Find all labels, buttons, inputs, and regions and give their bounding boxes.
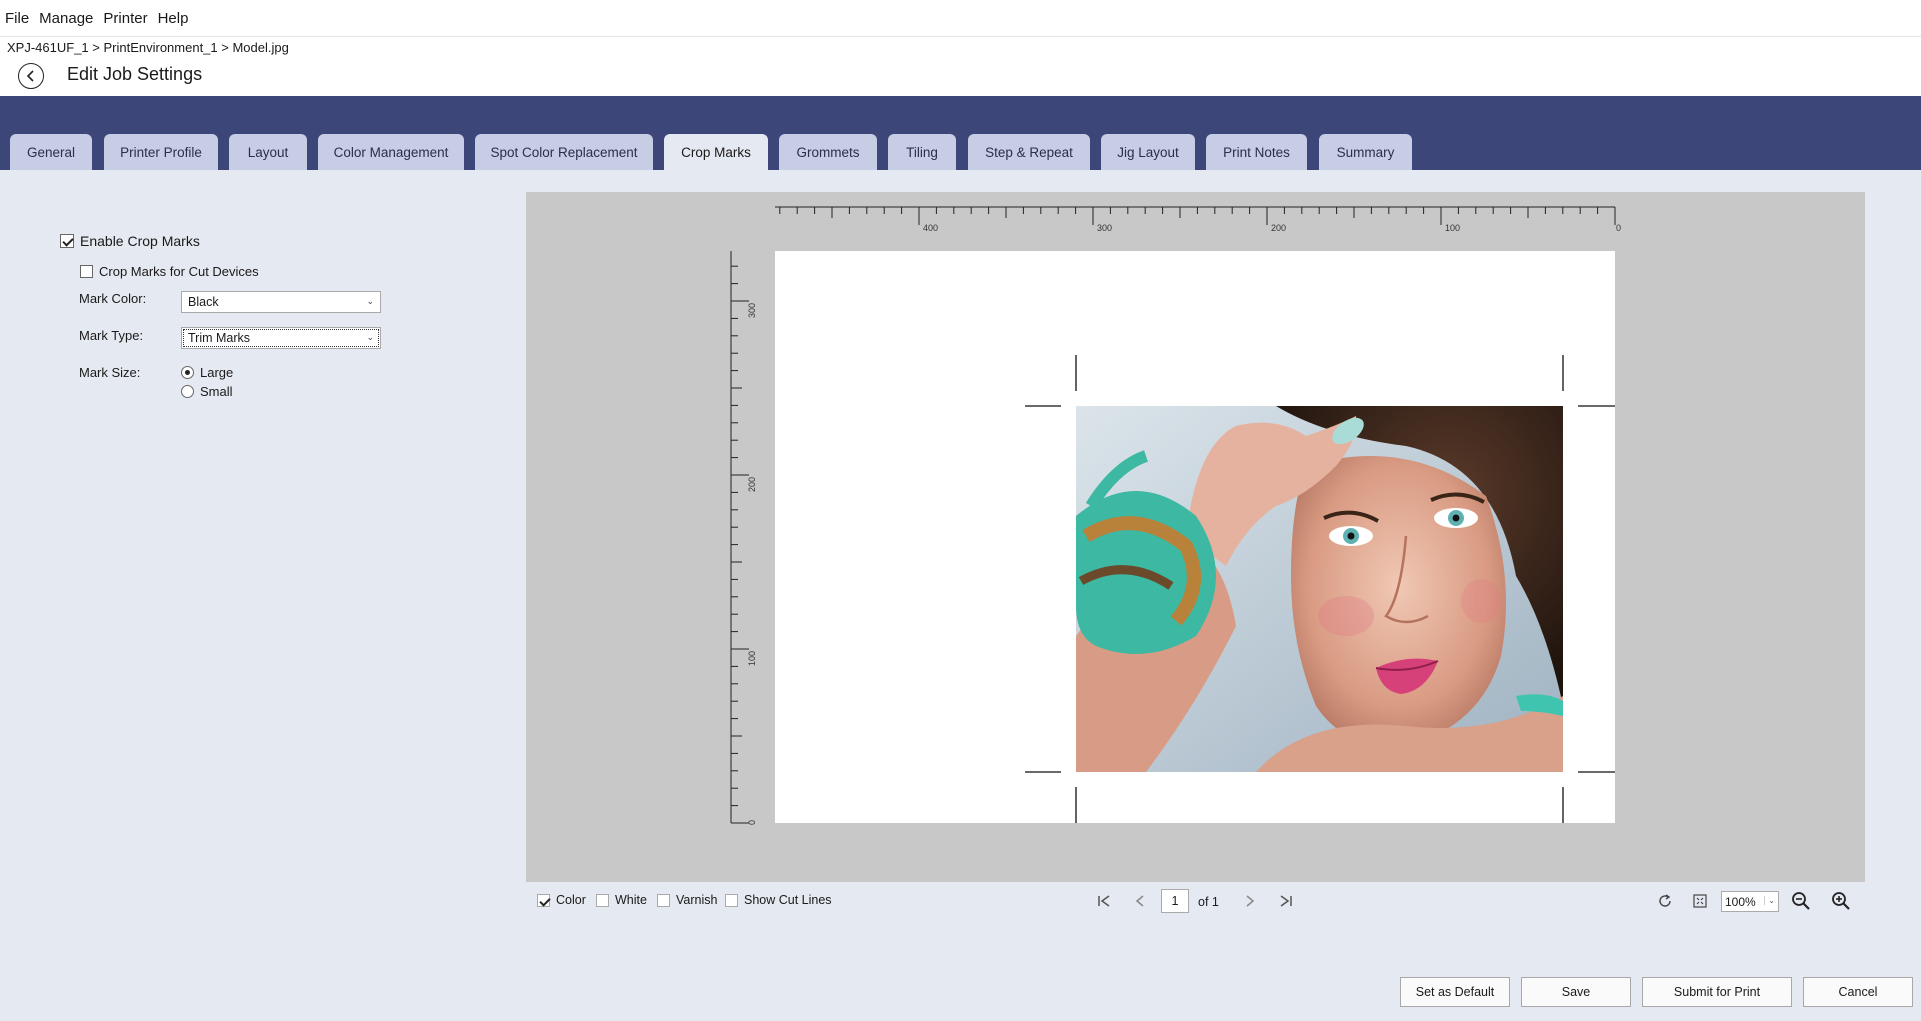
- page-number-input[interactable]: 1: [1161, 889, 1189, 913]
- color-label: Color: [556, 893, 586, 907]
- ruler-left-label-0: 0: [747, 820, 757, 825]
- white-checkbox[interactable]: [596, 893, 609, 907]
- zoom-out-icon[interactable]: [1791, 891, 1811, 911]
- mark-color-select[interactable]: Black ⌄: [181, 291, 381, 313]
- tab-tiling[interactable]: Tiling: [888, 134, 956, 170]
- ruler-top-label-400: 400: [923, 223, 938, 233]
- chevron-down-icon: ⌄: [366, 332, 374, 342]
- show-cut-lines-toggle[interactable]: Show Cut Lines: [725, 893, 832, 907]
- save-button[interactable]: Save: [1521, 977, 1631, 1007]
- white-label: White: [615, 893, 647, 907]
- prev-page-icon[interactable]: [1133, 894, 1147, 908]
- cut-devices-row[interactable]: Crop Marks for Cut Devices: [80, 264, 259, 279]
- page-title: Edit Job Settings: [67, 64, 203, 84]
- preview-toolbar: Color White Varnish Show Cut Lines 1 of …: [526, 882, 1865, 920]
- color-toggle[interactable]: Color: [537, 893, 586, 907]
- chevron-down-icon: ⌄: [1764, 896, 1775, 905]
- last-page-icon[interactable]: [1279, 894, 1293, 908]
- menu-file[interactable]: File: [5, 10, 37, 27]
- zoom-in-icon[interactable]: [1831, 891, 1851, 911]
- tab-crop-marks[interactable]: Crop Marks: [664, 134, 768, 170]
- show-cut-lines-label: Show Cut Lines: [744, 893, 832, 907]
- zoom-value: 100%: [1725, 895, 1756, 909]
- next-page-icon[interactable]: [1243, 894, 1257, 908]
- chevron-left-icon: [26, 70, 34, 82]
- varnish-label: Varnish: [676, 893, 718, 907]
- enable-crop-marks-checkbox[interactable]: [60, 234, 74, 248]
- cut-devices-checkbox[interactable]: [80, 265, 93, 278]
- tab-summary[interactable]: Summary: [1319, 134, 1412, 170]
- tab-grommets[interactable]: Grommets: [779, 134, 877, 170]
- mark-size-large-radio[interactable]: [181, 366, 194, 379]
- ruler-top-label-200: 200: [1271, 223, 1286, 233]
- white-toggle[interactable]: White: [596, 893, 647, 907]
- ruler-left-label-300: 300: [747, 303, 757, 318]
- ruler-left-label-200: 200: [747, 477, 757, 492]
- mark-size-small-label: Small: [200, 384, 233, 399]
- page-count-label: of 1: [1198, 895, 1219, 909]
- menu-bar: File Manage Printer Help: [0, 0, 1921, 36]
- cut-devices-label: Crop Marks for Cut Devices: [99, 264, 259, 279]
- mark-type-value: Trim Marks: [188, 331, 251, 345]
- tab-strip: General Printer Profile Layout Color Man…: [0, 96, 1921, 170]
- mark-size-small-option[interactable]: Small: [181, 384, 233, 399]
- media-page: [775, 251, 1615, 823]
- tab-general[interactable]: General: [10, 134, 92, 170]
- enable-crop-marks-row[interactable]: Enable Crop Marks: [60, 233, 200, 249]
- varnish-toggle[interactable]: Varnish: [657, 893, 717, 907]
- menu-manage[interactable]: Manage: [39, 10, 101, 27]
- mark-size-label: Mark Size:: [79, 365, 141, 380]
- color-checkbox[interactable]: [537, 893, 550, 907]
- show-cut-lines-checkbox[interactable]: [725, 893, 738, 907]
- menu-help[interactable]: Help: [158, 10, 197, 27]
- enable-crop-marks-label: Enable Crop Marks: [80, 233, 200, 249]
- ruler-top-label-300: 300: [1097, 223, 1112, 233]
- zoom-select[interactable]: 100% ⌄: [1721, 891, 1779, 912]
- refresh-icon[interactable]: [1657, 893, 1673, 909]
- fit-to-window-icon[interactable]: [1692, 893, 1708, 909]
- tab-step-repeat[interactable]: Step & Repeat: [968, 134, 1090, 170]
- mark-size-small-radio[interactable]: [181, 385, 194, 398]
- tab-spot-color-replacement[interactable]: Spot Color Replacement: [475, 134, 653, 170]
- ruler-left-label-100: 100: [747, 651, 757, 666]
- varnish-checkbox[interactable]: [657, 893, 670, 907]
- mark-type-label: Mark Type:: [79, 328, 144, 343]
- mark-color-value: Black: [188, 295, 219, 309]
- submit-for-print-button[interactable]: Submit for Print: [1642, 977, 1792, 1007]
- tab-layout[interactable]: Layout: [229, 134, 307, 170]
- mark-color-label: Mark Color:: [79, 291, 147, 306]
- top-ruler: 400 300 200 100 0: [775, 206, 1621, 233]
- artwork-image[interactable]: [1076, 406, 1563, 772]
- left-ruler: 300 200 100 0: [730, 251, 757, 825]
- tab-print-notes[interactable]: Print Notes: [1206, 134, 1307, 170]
- mark-type-select[interactable]: Trim Marks ⌄: [181, 327, 381, 349]
- set-as-default-button[interactable]: Set as Default: [1400, 977, 1510, 1007]
- menu-printer[interactable]: Printer: [103, 10, 155, 27]
- tab-printer-profile[interactable]: Printer Profile: [104, 134, 218, 170]
- back-button[interactable]: [18, 63, 44, 89]
- tab-jig-layout[interactable]: Jig Layout: [1101, 134, 1195, 170]
- mark-size-large-label: Large: [200, 365, 234, 380]
- ruler-top-label-100: 100: [1445, 223, 1460, 233]
- mark-size-large-option[interactable]: Large: [181, 365, 233, 380]
- cancel-button[interactable]: Cancel: [1803, 977, 1913, 1007]
- first-page-icon[interactable]: [1097, 894, 1111, 908]
- ruler-top-label-0: 0: [1616, 223, 1621, 233]
- print-preview[interactable]: 400 300 200 100 0 300 200 100 0: [526, 192, 1865, 882]
- breadcrumb: XPJ-461UF_1 > PrintEnvironment_1 > Model…: [7, 40, 289, 55]
- chevron-down-icon: ⌄: [366, 296, 374, 306]
- header: XPJ-461UF_1 > PrintEnvironment_1 > Model…: [0, 36, 1921, 96]
- tab-color-management[interactable]: Color Management: [318, 134, 464, 170]
- crop-marks-settings: Enable Crop Marks Crop Marks for Cut Dev…: [0, 170, 525, 870]
